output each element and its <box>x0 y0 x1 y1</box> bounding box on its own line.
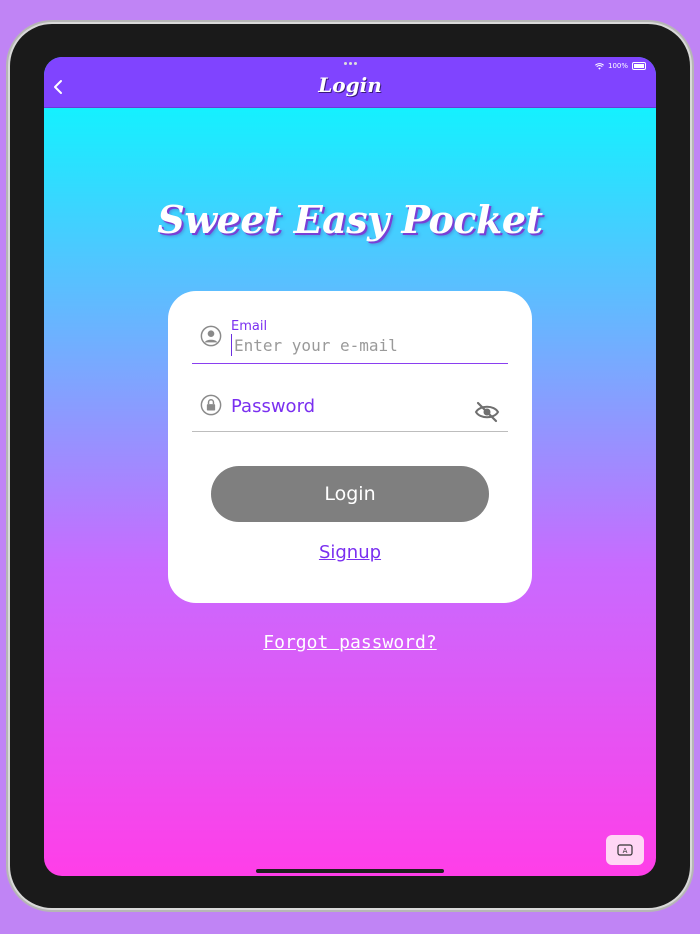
navigation-bar: 100% Login <box>44 57 656 108</box>
forgot-password-link[interactable]: Forgot password? <box>44 632 656 653</box>
email-input[interactable] <box>231 334 494 356</box>
keyboard-icon: A <box>617 844 633 856</box>
wifi-icon <box>595 62 604 70</box>
email-label: Email <box>231 319 268 334</box>
app-title: Sweet Easy Pocket <box>157 197 543 242</box>
user-icon <box>200 325 222 347</box>
login-button[interactable]: Login <box>211 466 489 522</box>
home-indicator[interactable] <box>256 869 444 873</box>
status-bar: 100% <box>595 60 646 72</box>
multitasking-dots-icon[interactable] <box>344 62 358 66</box>
signup-link[interactable]: Signup <box>168 542 532 563</box>
login-card: Email Password Login Signup <box>168 291 532 603</box>
app-screen: 100% Login Sweet Easy Pocket Email Enter… <box>44 57 656 876</box>
battery-percentage: 100% <box>607 62 628 70</box>
keyboard-glyph: A <box>623 847 628 855</box>
battery-icon <box>632 62 646 70</box>
lock-icon <box>200 394 222 416</box>
email-field[interactable]: Email <box>192 319 508 364</box>
nav-title: Login <box>318 73 382 97</box>
password-placeholder: Password <box>231 396 316 417</box>
password-field[interactable]: Password <box>192 391 508 432</box>
keyboard-button[interactable]: A <box>606 835 644 865</box>
toggle-password-visibility-button[interactable] <box>474 401 500 423</box>
eye-off-icon <box>474 401 500 423</box>
